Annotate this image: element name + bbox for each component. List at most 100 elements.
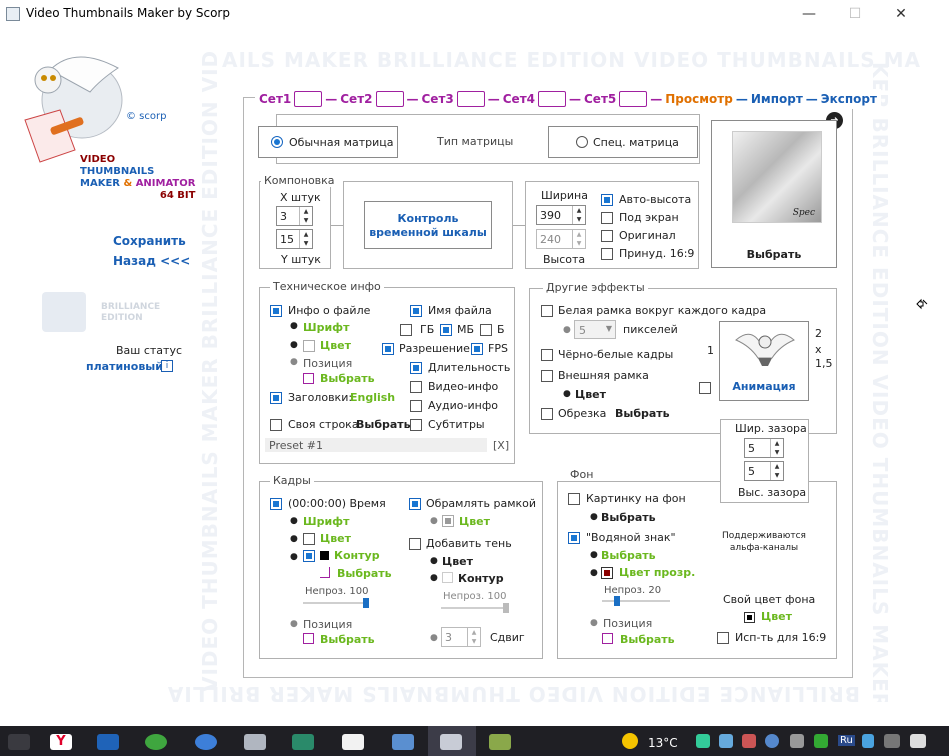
shadow-color[interactable]: Цвет <box>442 555 473 568</box>
bluetooth-icon[interactable] <box>862 734 874 748</box>
opacity-slider[interactable] <box>303 602 369 604</box>
tech-font-link[interactable]: Шрифт <box>303 321 349 334</box>
headers-checkbox[interactable] <box>270 392 282 404</box>
audio-info-checkbox[interactable] <box>410 400 422 412</box>
animation-checkbox[interactable] <box>699 382 711 394</box>
contour-link[interactable]: Контур <box>334 549 380 562</box>
opacity-slider-thumb[interactable] <box>363 598 369 608</box>
watermark-checkbox[interactable] <box>568 532 580 544</box>
normal-matrix-radio[interactable] <box>271 136 283 148</box>
set4-icon[interactable] <box>538 91 566 107</box>
set2-tab[interactable]: Сет2 <box>340 92 372 106</box>
mb-checkbox[interactable] <box>440 324 452 336</box>
gap-width-spinner[interactable]: 5 ▲ ▼ <box>744 438 784 458</box>
subtitles-checkbox[interactable] <box>410 419 422 431</box>
bg-picture-checkbox[interactable] <box>568 493 580 505</box>
duration-checkbox[interactable] <box>410 362 422 374</box>
video-thumbnails-task-icon[interactable] <box>440 734 462 750</box>
gap-height-spinner[interactable]: 5 ▲ ▼ <box>744 461 784 481</box>
animation-button[interactable]: Анимация <box>719 321 809 401</box>
time-checkbox[interactable] <box>270 498 282 510</box>
own-line-checkbox[interactable] <box>270 419 282 431</box>
preview-panel[interactable]: Spec Выбрать <box>711 120 837 268</box>
pixels-dropdown[interactable]: 5 ▼ <box>574 320 616 339</box>
start-icon[interactable] <box>8 734 30 750</box>
height-spinner[interactable]: 240 ▲ ▼ <box>536 229 586 249</box>
b-checkbox[interactable] <box>480 324 492 336</box>
preview-link[interactable]: Просмотр <box>665 92 733 106</box>
frames-font-link[interactable]: Шрифт <box>303 515 349 528</box>
shadow-contour[interactable]: Контур <box>458 572 504 585</box>
border-color-link[interactable]: Цвет <box>459 515 490 528</box>
frame-border-checkbox[interactable] <box>409 498 421 510</box>
set1-icon[interactable] <box>294 91 323 107</box>
export-link[interactable]: Экспорт <box>821 92 877 106</box>
contour-select-icon[interactable] <box>320 567 330 578</box>
x-count-spinner[interactable]: 3 ▲ ▼ <box>276 206 313 226</box>
use-169-checkbox[interactable] <box>717 632 729 644</box>
frames-color-checkbox[interactable] <box>303 533 315 545</box>
video-info-checkbox[interactable] <box>410 381 422 393</box>
position-icon[interactable] <box>303 373 314 384</box>
contour-select[interactable]: Выбрать <box>337 567 392 580</box>
set4-tab[interactable]: Сет4 <box>503 92 535 106</box>
shadow-checkbox[interactable] <box>409 538 421 550</box>
wm-color-checkbox[interactable] <box>601 567 613 579</box>
bg-position-select[interactable]: Выбрать <box>620 633 675 646</box>
shift-spinner[interactable]: 3 ▲ ▼ <box>441 627 481 647</box>
tray-icon-8[interactable] <box>884 734 900 748</box>
normal-matrix-option[interactable]: Обычная матрица <box>258 126 398 158</box>
contour-color-swatch[interactable] <box>320 551 329 560</box>
white-frame-checkbox[interactable] <box>541 305 553 317</box>
frames-position-icon[interactable] <box>303 633 314 644</box>
utorrent-icon[interactable] <box>145 734 167 750</box>
border-color-checkbox[interactable] <box>442 515 454 527</box>
original-checkbox[interactable] <box>601 230 613 242</box>
bg-opacity-slider[interactable] <box>602 600 670 602</box>
file-info-checkbox[interactable] <box>270 305 282 317</box>
tray-icon-3[interactable] <box>742 734 756 748</box>
set2-icon[interactable] <box>375 91 404 107</box>
status-info-icon[interactable]: i <box>161 360 173 372</box>
special-matrix-option[interactable]: Спец. матрица <box>548 126 698 158</box>
fps-checkbox[interactable] <box>471 343 483 355</box>
outer-frame-checkbox[interactable] <box>541 370 553 382</box>
tray-icon-4[interactable] <box>765 734 779 748</box>
qbittorrent-icon[interactable] <box>195 734 217 750</box>
y-count-spinner[interactable]: 15 ▲ ▼ <box>276 229 313 249</box>
set3-icon[interactable] <box>456 91 485 107</box>
frames-position-select[interactable]: Выбрать <box>320 633 375 646</box>
shadow-opacity-slider[interactable] <box>441 607 509 609</box>
fit-screen-checkbox[interactable] <box>601 212 613 224</box>
resolution-checkbox[interactable] <box>382 343 394 355</box>
width-spinner[interactable]: 390 ▲ ▼ <box>536 205 586 225</box>
wm-color-link[interactable]: Цвет прозр. <box>619 566 695 579</box>
shadow-opacity-thumb[interactable] <box>503 603 509 613</box>
tray-icon-5[interactable] <box>790 734 804 748</box>
close-button[interactable]: ✕ <box>878 0 924 28</box>
crop-select[interactable]: Выбрать <box>615 407 670 420</box>
shadow-contour-swatch[interactable] <box>442 572 453 583</box>
crop-checkbox[interactable] <box>541 408 553 420</box>
image-viewer-icon[interactable] <box>244 734 266 750</box>
bg-opacity-thumb[interactable] <box>614 596 620 606</box>
vscode-icon[interactable] <box>97 734 119 750</box>
import-link[interactable]: Импорт <box>751 92 803 106</box>
tray-icon-2[interactable] <box>719 734 733 748</box>
gb-checkbox[interactable] <box>400 324 412 336</box>
minimize-button[interactable]: — <box>786 0 832 28</box>
tech-position-select[interactable]: Выбрать <box>320 372 375 385</box>
back-link[interactable]: Назад <<< <box>113 254 190 268</box>
explorer-icon[interactable] <box>392 734 414 750</box>
tray-icon-6[interactable] <box>814 734 828 748</box>
tray-icon-1[interactable] <box>696 734 710 748</box>
timeline-control-button[interactable]: Контроль временной шкалы <box>364 201 492 249</box>
frames-color-link[interactable]: Цвет <box>320 532 351 545</box>
preview-select-button[interactable]: Выбрать <box>712 248 836 261</box>
weather-icon[interactable] <box>622 733 638 749</box>
own-color-swatch[interactable] <box>744 612 755 623</box>
language-indicator[interactable]: Ru <box>838 735 855 746</box>
bg-picture-select[interactable]: Выбрать <box>601 511 656 524</box>
headers-language[interactable]: English <box>350 391 395 404</box>
maximize-button[interactable]: ☐ <box>832 0 878 28</box>
